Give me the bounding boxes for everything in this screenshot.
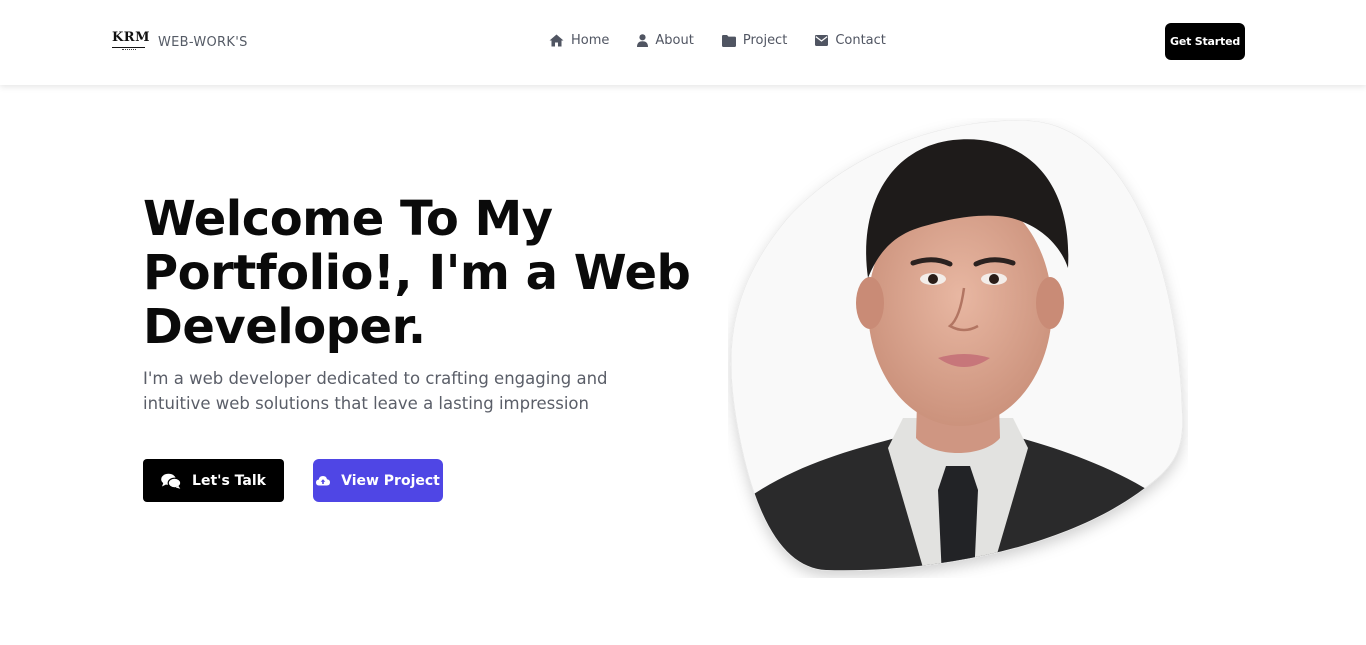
nav-item-label: Contact xyxy=(835,33,886,48)
profile-photo xyxy=(730,120,1183,571)
logo[interactable]: KRM xyxy=(112,30,150,52)
main-nav: Home About Project Contact xyxy=(549,33,914,48)
nav-item-home[interactable]: Home xyxy=(549,33,609,48)
logo-text: KRM xyxy=(112,30,150,45)
nav-item-label: Home xyxy=(571,33,610,48)
nav-item-contact[interactable]: Contact xyxy=(815,33,886,48)
nav-item-about[interactable]: About xyxy=(637,33,694,48)
view-project-button[interactable]: View Project xyxy=(313,459,443,502)
user-icon xyxy=(637,34,649,47)
lets-talk-button[interactable]: Let's Talk xyxy=(143,459,284,502)
home-icon xyxy=(549,34,564,47)
envelope-icon xyxy=(815,35,829,46)
logo-underline xyxy=(112,47,145,48)
hero-subtitle: I'm a web developer dedicated to craftin… xyxy=(143,369,608,413)
chat-bubbles-icon xyxy=(161,473,182,489)
nav-item-label: About xyxy=(655,33,694,48)
brand-name[interactable]: WEB-WORK'S xyxy=(158,35,248,50)
nav-item-project[interactable]: Project xyxy=(721,33,788,48)
cloud-upload-icon xyxy=(316,476,331,486)
portrait-tie xyxy=(938,466,978,571)
nav-item-label: Project xyxy=(742,33,788,48)
folder-icon xyxy=(721,34,736,47)
get-started-button[interactable]: Get Started xyxy=(1165,23,1245,60)
hero-title: Welcome To My Portfolio!, I'm a Web Deve… xyxy=(143,191,691,355)
brand[interactable]: KRM WEB-WORK'S xyxy=(112,30,248,52)
logo-dots xyxy=(122,49,136,50)
site-header: KRM WEB-WORK'S Home About Project Contac… xyxy=(0,0,1366,85)
lets-talk-label: Let's Talk xyxy=(192,472,266,489)
view-project-label: View Project xyxy=(341,472,440,489)
